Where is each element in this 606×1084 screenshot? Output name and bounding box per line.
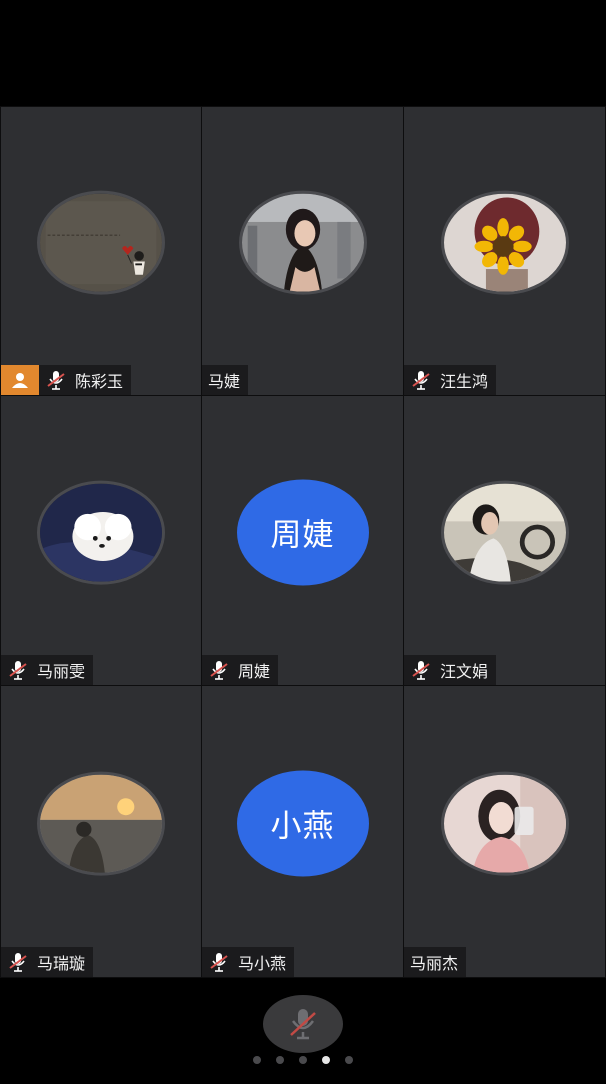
mic-muted-icon [410, 659, 432, 681]
name-tag: 汪文娟 [404, 655, 497, 685]
participant-name: 马婕 [208, 372, 241, 391]
mute-toggle-button[interactable] [263, 995, 343, 1053]
participant-name: 陈彩玉 [75, 372, 124, 391]
participant-tile[interactable]: 陈彩玉 [0, 106, 202, 396]
name-tag: 周婕 [202, 655, 279, 685]
mic-muted-icon [410, 369, 432, 391]
name-tag: 马丽杰 [404, 947, 467, 977]
initials-avatar: 周婕 [236, 479, 369, 586]
participant-name: 马丽雯 [37, 662, 86, 681]
meeting-screen: 陈彩玉 马婕 汪生鸿 马丽雯 周婕 周婕 汪文娟 马瑞璇 小燕 马小燕 马丽杰 [0, 0, 606, 1084]
page-indicator [0, 1054, 606, 1066]
name-tag: 马丽雯 [1, 655, 94, 685]
participant-name: 马小燕 [238, 954, 287, 973]
name-tag: 陈彩玉 [1, 365, 132, 395]
participant-tile[interactable]: 马婕 [202, 106, 404, 396]
participant-avatar [37, 190, 165, 295]
page-dot-active[interactable] [322, 1056, 330, 1064]
participant-tile[interactable]: 马丽杰 [404, 686, 606, 978]
person-icon [12, 373, 28, 388]
name-tag: 马婕 [202, 365, 249, 395]
name-tag: 马瑞璇 [1, 947, 94, 977]
mic-muted-icon [208, 659, 230, 681]
participant-tile[interactable]: 马瑞璇 [0, 686, 202, 978]
participant-tile[interactable]: 汪生鸿 [404, 106, 606, 396]
host-badge [1, 365, 39, 395]
participant-name: 汪生鸿 [440, 372, 489, 391]
page-dot[interactable] [253, 1056, 261, 1064]
name-tag: 马小燕 [202, 947, 295, 977]
mic-muted-icon [290, 1009, 316, 1040]
initials-avatar: 小燕 [236, 770, 369, 877]
page-dot[interactable] [345, 1056, 353, 1064]
participant-name: 马丽杰 [410, 954, 459, 973]
participant-tile[interactable]: 汪文娟 [404, 396, 606, 686]
name-tag: 汪生鸿 [404, 365, 497, 395]
participant-tile[interactable]: 马丽雯 [0, 396, 202, 686]
participant-name: 汪文娟 [440, 662, 489, 681]
participant-avatar [440, 480, 569, 585]
participant-avatar [37, 480, 165, 585]
mic-muted-icon [7, 659, 29, 681]
participant-avatar [440, 771, 569, 876]
page-dot[interactable] [299, 1056, 307, 1064]
mic-muted-icon [45, 369, 67, 391]
participant-avatar [37, 771, 165, 876]
bottom-toolbar [0, 978, 606, 1084]
participant-tile[interactable]: 周婕 周婕 [202, 396, 404, 686]
mic-muted-icon [208, 951, 230, 973]
page-dot[interactable] [276, 1056, 284, 1064]
participant-tile[interactable]: 小燕 马小燕 [202, 686, 404, 978]
video-grid: 陈彩玉 马婕 汪生鸿 马丽雯 周婕 周婕 汪文娟 马瑞璇 小燕 马小燕 马丽杰 [0, 106, 606, 978]
participant-name: 马瑞璇 [37, 954, 86, 973]
participant-name: 周婕 [238, 662, 271, 681]
participant-avatar [238, 190, 367, 295]
mic-muted-icon [7, 951, 29, 973]
participant-avatar [440, 190, 569, 295]
